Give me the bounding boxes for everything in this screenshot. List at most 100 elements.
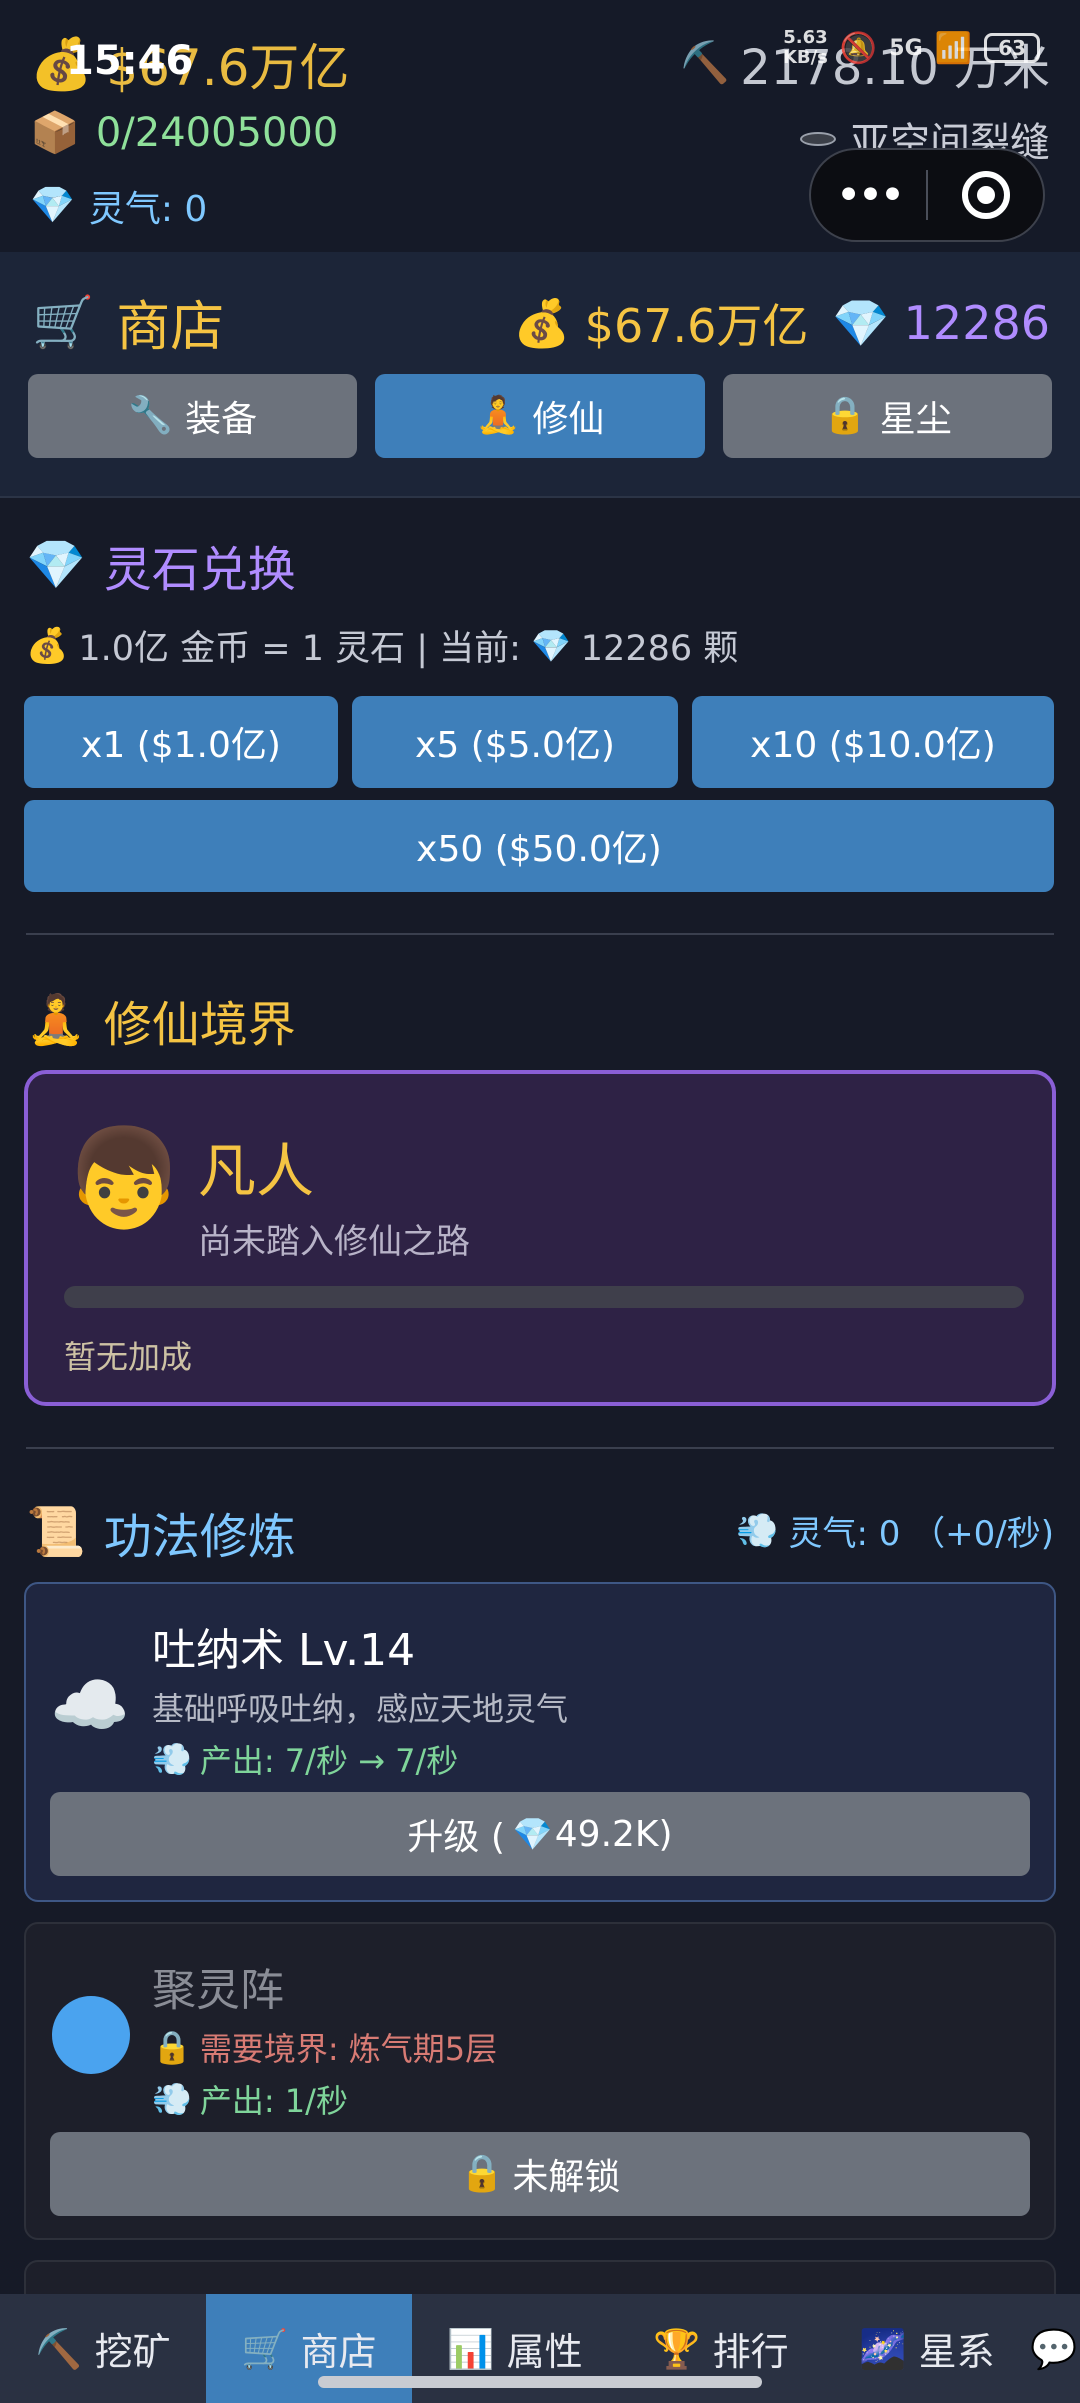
- tab-equipment[interactable]: 🔧 装备: [28, 374, 358, 458]
- nav-galaxy[interactable]: 🌌 星系: [824, 2294, 1030, 2403]
- header-spirit-value: 灵气: 0: [88, 189, 208, 230]
- meditation-icon: 🧘: [475, 395, 521, 436]
- exchange-x10-button[interactable]: x10 ($10.0亿): [692, 696, 1054, 788]
- locked-button[interactable]: 🔒 未解锁: [50, 2132, 1030, 2216]
- realm-progress-bar: [64, 1286, 1024, 1308]
- section-divider: [26, 1447, 1054, 1449]
- realm-title-text: 修仙境界: [103, 997, 296, 1053]
- realm-title: 🧘 修仙境界: [26, 985, 296, 1055]
- gem-icon: 💎: [832, 296, 890, 350]
- technique-output-text: 产出: 1/秒: [199, 2082, 348, 2120]
- portal-icon: [800, 132, 836, 146]
- person-icon: 👦: [64, 1122, 184, 1234]
- locked-label: 未解锁: [512, 2157, 621, 2198]
- tab-label: 星尘: [879, 399, 952, 440]
- technique-requirement-text: 需要境界: 炼气期5层: [199, 2030, 498, 2068]
- gem-icon: 💎: [30, 185, 75, 226]
- shop-gold: $67.6万亿: [584, 299, 809, 353]
- shop-tabs: 🔧 装备 🧘 修仙 🔒 星尘: [28, 374, 1052, 458]
- nav-label: 商店: [300, 2330, 377, 2374]
- technique-name: 聚灵阵: [152, 1965, 284, 2016]
- cloud-icon: ☁️: [50, 1669, 130, 1743]
- nav-mining[interactable]: ⛏️ 挖矿: [0, 2294, 206, 2403]
- cart-icon: 🛒: [241, 2326, 289, 2371]
- realm-name: 凡人: [198, 1137, 315, 1205]
- meditation-icon: 🧘: [26, 992, 86, 1048]
- cart-icon: 🛒: [32, 292, 95, 351]
- exchange-title: 💎 灵石兑换: [26, 530, 296, 600]
- realm-desc: 尚未踏入修仙之路: [198, 1222, 470, 1262]
- shop-title-text: 商店: [116, 295, 225, 358]
- technique-card-locked: 聚灵阵 🔒 需要境界: 炼气期5层 💨 产出: 1/秒 🔒 未解锁: [24, 1922, 1056, 2240]
- header-spirit: 💎 灵气: 0: [30, 180, 207, 232]
- exchange-current: 12286 颗: [580, 629, 739, 669]
- header-ore-value: 0/24005000: [95, 110, 339, 156]
- status-icons: 5.63 KB/s 🔕 5G 📶 63: [783, 28, 1040, 68]
- miniprogram-capsule: •••: [809, 148, 1045, 242]
- lock-icon: 🔒: [822, 395, 868, 436]
- upgrade-label: 升级 (: [407, 1817, 505, 1858]
- top-status-area: 💰 $67.6万亿 15:46 ⛏️ 2178.10 万米 5.63 KB/s …: [0, 0, 1080, 252]
- upgrade-cost: 49.2K): [554, 1813, 673, 1855]
- money-bag-icon: 💰: [26, 625, 69, 666]
- nav-label: 挖矿: [94, 2330, 171, 2374]
- tab-label: 装备: [185, 399, 258, 440]
- wind-icon: 💨: [152, 2080, 192, 2118]
- chart-icon: 📊: [447, 2326, 495, 2371]
- exchange-x5-button[interactable]: x5 ($5.0亿): [352, 696, 678, 788]
- tab-cultivation[interactable]: 🧘 修仙: [375, 374, 705, 458]
- realm-card: 👦 凡人 尚未踏入修仙之路 暂无加成: [24, 1070, 1056, 1406]
- exchange-rate-text: 1.0亿 金币 = 1 灵石 | 当前:: [78, 629, 521, 669]
- shop-gems: 12286: [903, 296, 1050, 350]
- tab-stardust[interactable]: 🔒 星尘: [722, 374, 1052, 458]
- exchange-rate: 💰 1.0亿 金币 = 1 灵石 | 当前: 💎 12286 颗: [26, 620, 738, 671]
- shop-wallet: 💰 $67.6万亿 💎 12286: [513, 290, 1050, 356]
- technique-desc: 基础呼吸吐纳，感应天地灵气: [152, 1690, 569, 1728]
- gem-icon: 💎: [26, 537, 86, 593]
- gem-icon: 💎: [512, 1815, 553, 1853]
- network-speed: 5.63 KB/s: [782, 27, 828, 68]
- target-icon: [961, 171, 1010, 219]
- wind-icon: 💨: [152, 1740, 192, 1778]
- technique-title: 📜 功法修炼: [26, 1497, 296, 1567]
- wind-icon: 💨: [736, 1510, 779, 1551]
- technique-output-text: 产出: 7/秒 → 7/秒: [199, 1742, 459, 1780]
- exchange-x1-button[interactable]: x1 ($1.0亿): [24, 696, 338, 788]
- nav-more-partial[interactable]: 💬: [1030, 2294, 1080, 2403]
- shop-header: 🛒 商店 💰 $67.6万亿 💎 12286 🔧 装备 🧘 修仙 🔒 星尘: [0, 252, 1080, 498]
- wifi-icon: 📶: [934, 30, 972, 66]
- trophy-icon: 🏆: [653, 2326, 701, 2371]
- signal-icon: 5G: [889, 35, 923, 61]
- nav-label: 属性: [506, 2330, 583, 2374]
- upgrade-button[interactable]: 升级 ( 💎 49.2K): [50, 1792, 1030, 1876]
- home-indicator[interactable]: [318, 2376, 762, 2388]
- mute-icon: 🔕: [839, 30, 878, 66]
- wrench-icon: 🔧: [128, 395, 174, 436]
- technique-requirement: 🔒 需要境界: 炼气期5层: [152, 2024, 497, 2070]
- section-divider: [26, 933, 1054, 935]
- status-time: 15:46: [66, 38, 194, 84]
- scroll-icon: 📜: [26, 1504, 86, 1560]
- technique-spirit-status: 💨 灵气: 0 （+0/秒): [736, 1506, 1054, 1555]
- nav-label: 排行: [712, 2330, 789, 2374]
- lock-icon: 🔒: [459, 2153, 505, 2194]
- nav-label: 星系: [918, 2330, 995, 2374]
- box-icon: 📦: [30, 110, 80, 156]
- technique-orb-icon: [52, 1996, 130, 2074]
- technique-spirit-text: 灵气: 0 （+0/秒): [788, 1514, 1054, 1554]
- exchange-x50-button[interactable]: x50 ($50.0亿): [24, 800, 1054, 892]
- battery-icon: 63: [984, 33, 1040, 63]
- technique-output: 💨 产出: 1/秒: [152, 2076, 348, 2122]
- technique-name: 吐纳术 Lv.14: [152, 1625, 416, 1676]
- galaxy-icon: 🌌: [859, 2326, 907, 2371]
- more-menu-button[interactable]: •••: [811, 170, 926, 221]
- technique-output: 💨 产出: 7/秒 → 7/秒: [152, 1736, 458, 1782]
- tab-label: 修仙: [532, 399, 605, 440]
- exchange-title-text: 灵石兑换: [103, 542, 296, 598]
- pickaxe-icon: ⛏️: [680, 40, 731, 86]
- money-bag-icon: 💰: [513, 296, 571, 350]
- close-miniprogram-button[interactable]: [928, 171, 1043, 219]
- realm-bonus: 暂无加成: [64, 1338, 193, 1376]
- pickaxe-icon: ⛏️: [35, 2326, 83, 2371]
- technique-card: ☁️ 吐纳术 Lv.14 基础呼吸吐纳，感应天地灵气 💨 产出: 7/秒 → 7…: [24, 1582, 1056, 1902]
